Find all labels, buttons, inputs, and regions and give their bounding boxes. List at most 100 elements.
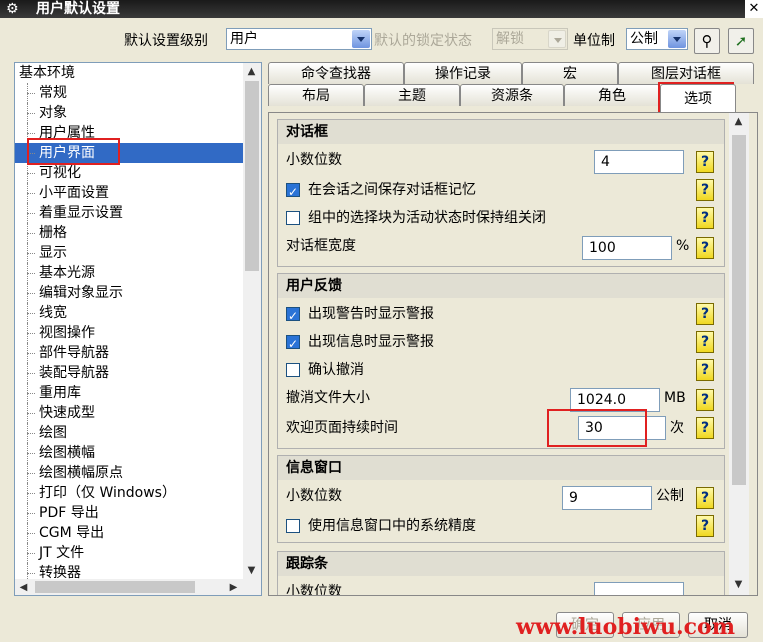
scroll-down-icon[interactable]: ▼ [730,576,747,593]
tree-item[interactable]: 基本光源 [15,263,243,283]
lock-select: 解锁 [492,28,568,50]
binoculars-button[interactable]: ⚲ [694,28,720,54]
save-memory-label: 在会话之间保存对话框记忆 [308,182,476,198]
tab-role[interactable]: 角色 [564,84,660,106]
help-icon[interactable]: ? [696,179,714,201]
tree-scroll-thumb[interactable] [245,81,259,271]
warn-checkbox[interactable] [286,304,300,328]
keep-group-closed-checkbox[interactable] [286,211,300,225]
help-icon[interactable]: ? [696,207,714,229]
highlight-box-welcome [547,409,647,447]
tree-item[interactable]: 栅格 [15,223,243,243]
tree-item[interactable]: PDF 导出 [15,503,243,523]
help-icon[interactable]: ? [696,389,714,411]
dialog-width-unit: % [676,238,690,254]
dialog-group: 对话框 小数位数 4 ? 在会话之间保存对话框记忆 ? 组中的选择块为活动状态时… [277,119,725,267]
info-window-group-title: 信息窗口 [278,456,724,480]
binoculars-icon: ⚲ [701,32,713,50]
help-icon[interactable]: ? [696,237,714,259]
eye-button[interactable]: ➚ [728,28,754,54]
tab-layer-dialog[interactable]: 图层对话框 [618,62,754,84]
scroll-right-icon[interactable]: ▶ [225,579,242,595]
tree-item[interactable]: 重用库 [15,383,243,403]
tree-item[interactable]: CGM 导出 [15,523,243,543]
chevron-down-icon [548,30,566,48]
tree-item[interactable]: 装配导航器 [15,363,243,383]
tree-item[interactable]: 视图操作 [15,323,243,343]
help-icon[interactable]: ? [696,303,714,325]
close-button[interactable]: ✕ [745,0,763,18]
info-decimal-unit: 公制 [656,488,684,504]
dialog-width-label: 对话框宽度 [286,238,356,254]
info-decimal-input[interactable]: 9 [562,486,652,510]
welcome-label: 欢迎页面持续时间 [286,420,398,436]
title-bar: ⚙ 用户默认设置 ✕ [0,0,763,18]
tree-item[interactable]: 编辑对象显示 [15,283,243,303]
dialog-group-title: 对话框 [278,120,724,144]
help-icon[interactable]: ? [696,487,714,509]
help-icon[interactable]: ? [696,359,714,381]
feedback-group-title: 用户反馈 [278,274,724,298]
undo-size-unit: MB [664,390,686,406]
tab-resource-bar[interactable]: 资源条 [460,84,564,106]
tree-horizontal-scrollbar[interactable]: ◀ ▶ [15,579,261,595]
tab-operation-log[interactable]: 操作记录 [404,62,522,84]
chevron-down-icon[interactable] [668,30,686,48]
toolbar: 默认设置级别 用户 默认的锁定状态 解锁 单位制 公制 ⚲ ➚ [0,18,763,62]
tree-item[interactable]: 着重显示设置 [15,203,243,223]
tree-item[interactable]: 小平面设置 [15,183,243,203]
tab-layout[interactable]: 布局 [268,84,364,106]
tab-options[interactable]: 选项 [660,84,736,112]
info-checkbox[interactable] [286,332,300,356]
undo-size-label: 撤消文件大小 [286,390,370,406]
scroll-up-icon[interactable]: ▲ [730,113,747,130]
trace-decimal-input[interactable] [594,582,684,595]
info-window-group: 信息窗口 小数位数 9 公制 ? 使用信息窗口中的系统精度 ? [277,455,725,543]
help-icon[interactable]: ? [696,151,714,173]
tree-item[interactable]: 绘图 [15,423,243,443]
unit-select[interactable]: 公制 [626,28,688,50]
tree-item[interactable]: 绘图横幅原点 [15,463,243,483]
scroll-down-icon[interactable]: ▼ [243,562,260,579]
sys-precision-checkbox[interactable] [286,519,300,533]
tree-item[interactable]: 绘图横幅 [15,443,243,463]
tree-item[interactable]: 显示 [15,243,243,263]
help-icon[interactable]: ? [696,515,714,537]
sys-precision-label: 使用信息窗口中的系统精度 [308,518,476,534]
tree-item[interactable]: 转换器 [15,563,243,579]
tree-item[interactable]: 可视化 [15,163,243,183]
dialog-width-input[interactable]: 100 [582,236,672,260]
gear-icon: ⚙ [6,1,19,17]
scroll-left-icon[interactable]: ◀ [15,579,32,595]
tree-hscroll-thumb[interactable] [35,581,195,593]
eye-arrow-icon: ➚ [734,32,748,50]
tree-item[interactable]: 部件导航器 [15,343,243,363]
trace-decimal-label: 小数位数 [286,584,342,596]
tree-item[interactable]: 对象 [15,103,243,123]
help-icon[interactable]: ? [696,331,714,353]
dialog-decimal-input[interactable]: 4 [594,150,684,174]
tab-macro[interactable]: 宏 [522,62,618,84]
tree-vertical-scrollbar[interactable]: ▲ ▼ [243,63,261,579]
trace-group-title: 跟踪条 [278,552,724,576]
chevron-down-icon[interactable] [352,30,370,48]
save-memory-checkbox[interactable] [286,180,300,204]
help-icon[interactable]: ? [696,417,714,439]
confirm-undo-label: 确认撤消 [308,362,364,378]
options-scroll-thumb[interactable] [732,135,746,485]
scroll-up-icon[interactable]: ▲ [243,63,260,80]
tab-theme[interactable]: 主题 [364,84,460,106]
tree-item[interactable]: 常规 [15,83,243,103]
confirm-undo-checkbox[interactable] [286,363,300,377]
feedback-group: 用户反馈 出现警告时显示警报 ? 出现信息时显示警报 ? 确认撤消 ? 撤消文件… [277,273,725,449]
tree-item[interactable]: 打印（仅 Windows） [15,483,243,503]
tree-item[interactable]: 线宽 [15,303,243,323]
tree-root[interactable]: 基本环境 [15,63,243,83]
unit-value: 公制 [630,31,658,47]
tree-item[interactable]: 快速成型 [15,403,243,423]
tree-item[interactable]: JT 文件 [15,543,243,563]
options-vertical-scrollbar[interactable]: ▲ ▼ [729,113,749,595]
trace-group: 跟踪条 小数位数 [277,551,725,596]
tab-command-finder[interactable]: 命令查找器 [268,62,404,84]
level-select[interactable]: 用户 [226,28,372,50]
